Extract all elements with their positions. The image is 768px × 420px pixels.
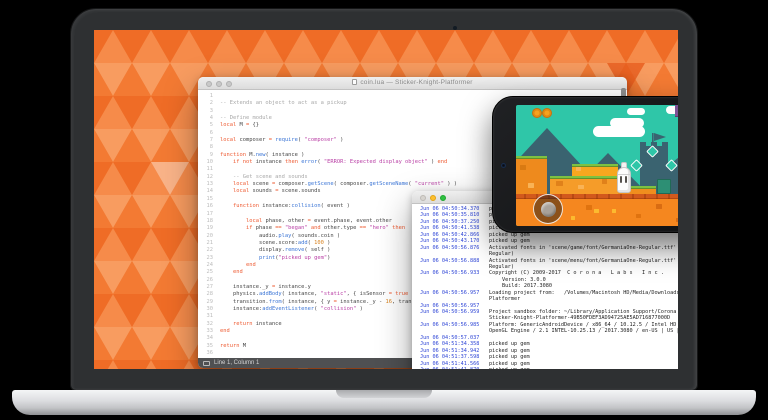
cloud [627,108,645,115]
zoom-button[interactable] [440,195,446,201]
laptop-screen: coin.lua — Sticker-Knight-Platformer 12-… [94,30,678,369]
phone-camera-icon [501,163,506,168]
brick-decoration [556,181,563,186]
mockup-scene: coin.lua — Sticker-Knight-Platformer 12-… [0,0,768,420]
platform [516,156,547,194]
phone-device: 200 ♥ [492,96,678,233]
cursor-position-label[interactable]: Line 1, Column 1 [214,360,259,366]
brick-decoration [520,165,526,170]
brick-decoration [586,205,592,210]
log-line: Jun 06 04:51:41.870picked up gem [420,367,678,369]
knight-character [614,162,634,194]
minimize-button[interactable] [430,195,436,201]
laptop-base [12,390,756,415]
brick-decoration [602,179,607,184]
brick-decoration [612,209,616,213]
green-block [657,179,671,194]
document-icon [352,79,358,85]
log-line: Jun 06 04:50:56.876 Activated fonts in 's… [420,244,677,251]
joystick-control[interactable] [533,194,563,224]
log-line: Jun 06 04:50:56.888 Activated fonts in 's… [420,257,677,264]
coin-counter-icon [542,108,552,118]
brick-decoration [528,183,534,188]
brick-decoration [636,214,641,218]
brick-decoration [594,209,599,213]
brick-decoration [656,204,662,209]
joystick-knob[interactable] [540,201,556,217]
selection-icon [203,360,210,366]
laptop-notch [336,390,432,398]
game-scene: 200 ♥ [516,105,678,226]
editor-window-title: coin.lua — Sticker-Knight-Platformer [198,79,627,86]
brick-decoration [676,218,678,222]
log-line: Jun 06 04:50:56.933 Copyright (C) 2009-20… [420,270,664,277]
castle-tower-cap [675,105,678,117]
coin-counter-icon [532,108,542,118]
close-button[interactable] [420,195,426,201]
cloud [593,126,645,137]
phone-screen: 200 ♥ [516,105,678,226]
brick-decoration [571,216,575,220]
editor-titlebar[interactable]: coin.lua — Sticker-Knight-Platformer [198,77,627,90]
brick-decoration [576,167,581,171]
log-line: Jun 06 04:50:56.957 Loading project from:… [420,289,678,296]
brick-decoration [578,185,584,189]
